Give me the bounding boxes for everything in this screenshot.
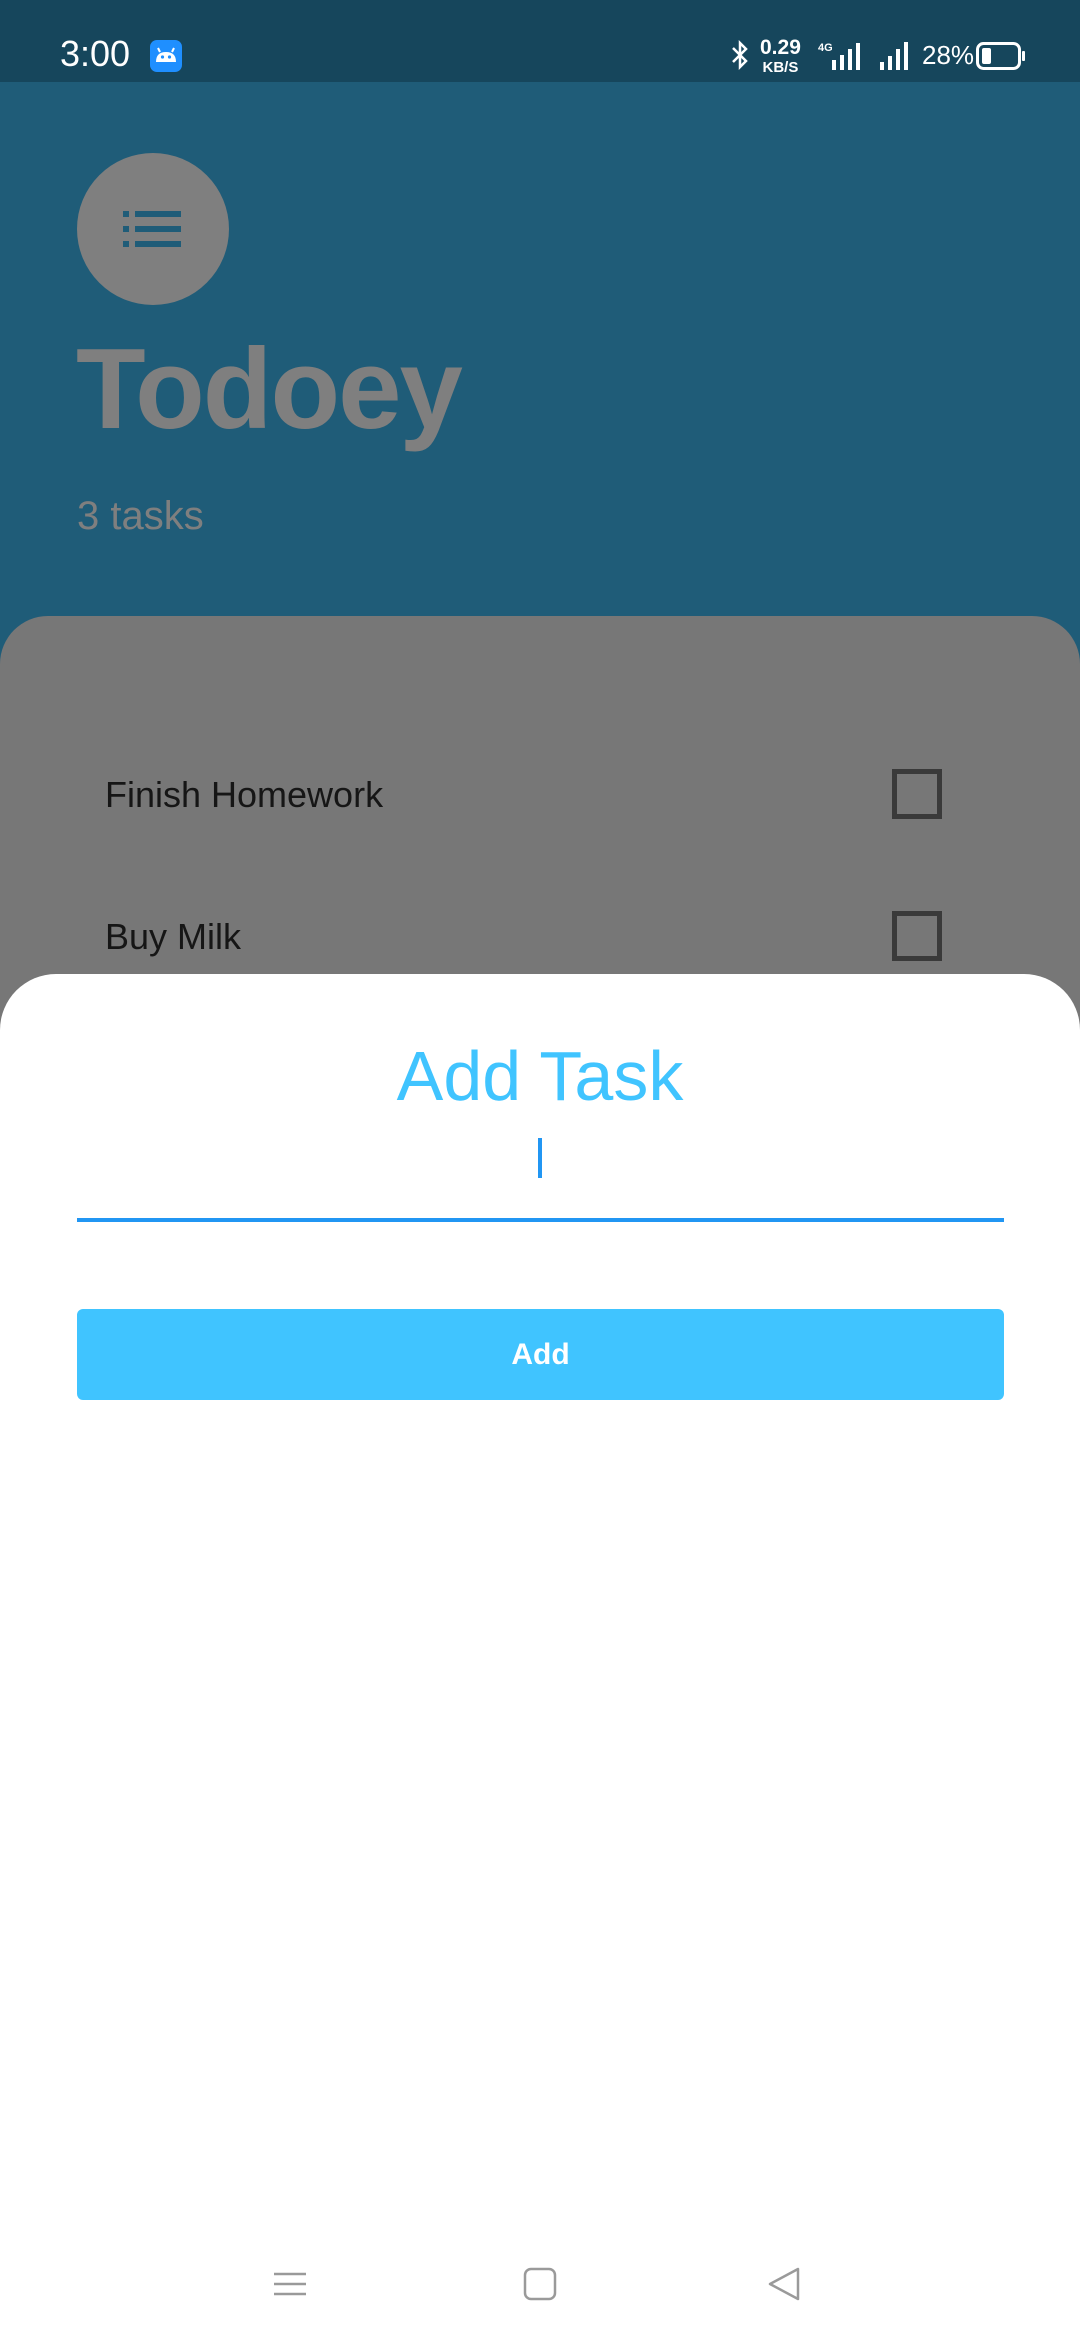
signal-icon xyxy=(878,40,912,75)
list-item[interactable]: Finish Homework xyxy=(0,744,1080,844)
battery-icon xyxy=(976,42,1026,75)
status-bar: 3:00 0.29 KB/S 4G 28% xyxy=(0,0,1080,82)
list-icon xyxy=(123,211,181,247)
status-time: 3:00 xyxy=(60,33,131,74)
task-label: Buy Milk xyxy=(105,916,242,957)
task-checkbox[interactable] xyxy=(892,769,942,819)
menu-icon[interactable] xyxy=(272,2266,308,2307)
add-button[interactable]: Add xyxy=(77,1309,1004,1400)
task-count: 3 tasks xyxy=(77,494,204,538)
status-indicators: 0.29 KB/S 4G 28% xyxy=(680,0,1080,82)
task-input-field[interactable] xyxy=(77,1124,1004,1222)
net-speed: 0.29 KB/S xyxy=(760,37,801,75)
battery-percent: 28% xyxy=(922,40,975,70)
list-item[interactable]: Buy Milk xyxy=(0,886,1080,986)
task-checkbox[interactable] xyxy=(892,911,942,961)
signal-icon: 4G xyxy=(818,40,864,75)
net-speed-value: 0.29 xyxy=(760,36,801,59)
home-icon[interactable] xyxy=(522,2266,558,2307)
add-task-sheet: Add Task Add xyxy=(0,974,1080,2340)
bluetooth-icon xyxy=(730,39,750,75)
android-app-icon xyxy=(150,40,182,72)
network-type-text: 4G xyxy=(818,42,833,54)
text-cursor xyxy=(538,1138,542,1178)
task-label: Finish Homework xyxy=(105,774,384,815)
navigation-bar xyxy=(0,2240,1080,2340)
sheet-title: Add Task xyxy=(396,1037,684,1115)
back-icon[interactable] xyxy=(766,2266,802,2307)
app-title: Todoey xyxy=(76,326,463,453)
app-logo xyxy=(77,153,229,305)
net-speed-unit: KB/S xyxy=(762,59,799,76)
